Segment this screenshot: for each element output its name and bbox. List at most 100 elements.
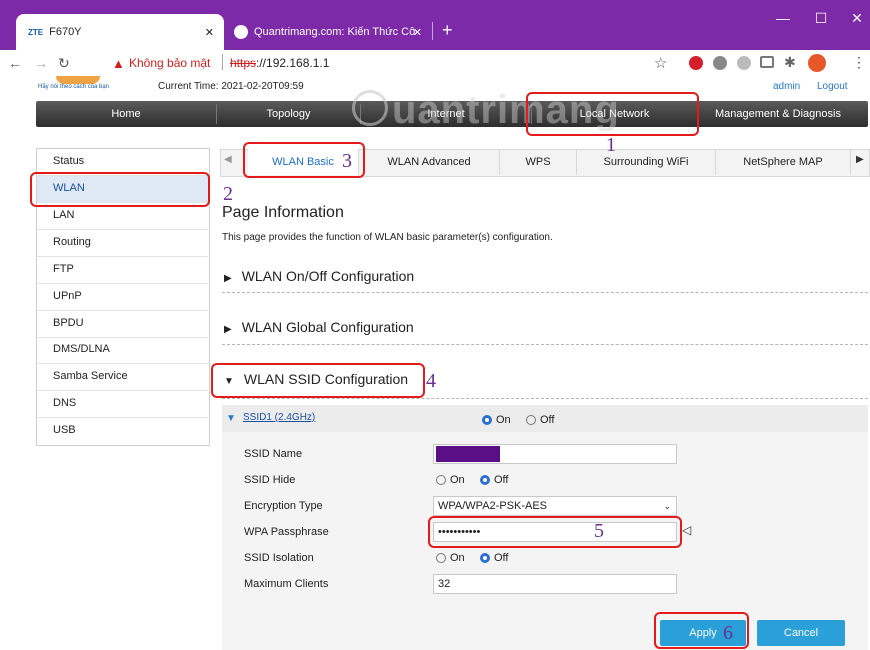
radio-label: On: [496, 414, 511, 426]
sidebar-item-dms-dlna[interactable]: DMS/DLNA: [53, 343, 110, 355]
pinterest-icon[interactable]: [689, 56, 703, 70]
sidebar-item-routing[interactable]: Routing: [53, 236, 91, 248]
forward-icon[interactable]: →: [34, 55, 48, 71]
extension-icon[interactable]: [737, 56, 751, 70]
tab-netsphere-map[interactable]: NetSphere MAP: [716, 149, 851, 175]
tab-surrounding-wifi[interactable]: Surrounding WiFi: [577, 149, 716, 175]
sidebar-item-usb[interactable]: USB: [53, 424, 76, 436]
ssid-name-label: SSID Name: [244, 448, 303, 460]
page-description: This page provides the function of WLAN …: [222, 232, 553, 243]
annotation-box-2: [30, 172, 210, 207]
chevron-down-icon: ⌄: [663, 501, 671, 511]
radio-label: Off: [494, 474, 509, 486]
address-separator: [222, 54, 223, 70]
extension-icon[interactable]: [713, 56, 727, 70]
sidebar-item-upnp[interactable]: UPnP: [53, 290, 82, 302]
menu-management[interactable]: Management & Diagnosis: [698, 101, 858, 127]
radio-label: Off: [494, 552, 509, 564]
section-label: WLAN Global Configuration: [241, 319, 414, 335]
logout-link[interactable]: Logout: [817, 81, 848, 92]
menu-icon[interactable]: ⋮: [852, 54, 866, 71]
ssid-on-radio[interactable]: On: [482, 414, 511, 426]
current-time: Current Time: 2021-02-20T09:59: [158, 81, 304, 92]
annotation-box-4: [211, 363, 425, 398]
annotation-number-5: 5: [594, 520, 604, 542]
section-divider: [222, 344, 868, 345]
site-favicon-icon: [234, 25, 248, 39]
radio-selected-icon: [482, 415, 492, 426]
isolation-on-radio[interactable]: On: [436, 552, 465, 564]
back-icon[interactable]: ←: [8, 55, 22, 71]
radio-icon: [436, 475, 446, 486]
tab-close-icon[interactable]: ✕: [205, 26, 214, 39]
radio-icon: [526, 415, 536, 426]
ssid-name-link[interactable]: SSID1 (2.4GHz): [243, 412, 315, 423]
sidebar-divider: [37, 417, 208, 418]
menu-topology[interactable]: Topology: [217, 101, 360, 127]
isolation-label: SSID Isolation: [244, 552, 314, 564]
sidebar-item-lan[interactable]: LAN: [53, 209, 74, 221]
close-window-icon[interactable]: ✕: [842, 10, 870, 30]
sidebar-divider: [37, 310, 208, 311]
sidebar-item-bpdu[interactable]: BPDU: [53, 317, 84, 329]
ssid-collapse-icon[interactable]: ▼: [226, 413, 236, 424]
sidebar-divider: [37, 256, 208, 257]
url-scheme: https: [230, 56, 257, 70]
new-tab-icon[interactable]: +: [442, 20, 453, 41]
isolation-off-radio[interactable]: Off: [480, 552, 508, 564]
annotation-number-1: 1: [606, 134, 616, 156]
annotation-box-1: [526, 92, 699, 136]
ssid-hide-on-radio[interactable]: On: [436, 474, 465, 486]
radio-label: On: [450, 552, 465, 564]
annotation-number-3: 3: [342, 150, 352, 172]
browser-tab-router[interactable]: ZTE F670Y ✕: [16, 14, 224, 50]
max-clients-input[interactable]: 32: [433, 574, 677, 594]
security-status[interactable]: Không bảo mật: [129, 56, 210, 70]
avatar[interactable]: [808, 54, 826, 72]
url-host: ://192.168.1.1: [256, 56, 330, 70]
url-field[interactable]: https://192.168.1.1: [230, 56, 329, 70]
sidebar-item-samba[interactable]: Samba Service: [53, 370, 128, 382]
minimize-icon[interactable]: —: [768, 10, 798, 30]
annotation-number-2: 2: [223, 183, 233, 205]
section-label: WLAN On/Off Configuration: [241, 268, 415, 284]
star-icon[interactable]: ☆: [654, 54, 667, 72]
tab-close-icon[interactable]: ✕: [413, 26, 422, 39]
sidebar-item-status[interactable]: Status: [53, 155, 84, 167]
eye-hidden-icon[interactable]: ◁: [682, 523, 691, 537]
section-divider: [222, 292, 868, 293]
scroll-right-icon[interactable]: ▶: [856, 154, 864, 165]
passphrase-label: WPA Passphrase: [244, 526, 329, 538]
annotation-number-4: 4: [426, 370, 436, 392]
sidebar-item-ftp[interactable]: FTP: [53, 263, 74, 275]
tab-wlan-advanced[interactable]: WLAN Advanced: [359, 149, 500, 175]
menu-home[interactable]: Home: [36, 101, 216, 127]
camera-icon[interactable]: [760, 56, 774, 68]
zte-logo: ZTE: [28, 27, 44, 37]
sidebar-item-dns[interactable]: DNS: [53, 397, 76, 409]
reload-icon[interactable]: ↻: [58, 55, 70, 72]
ssid-off-radio[interactable]: Off: [526, 414, 554, 426]
encryption-label: Encryption Type: [244, 500, 323, 512]
section-divider: [222, 398, 868, 399]
scroll-left-icon[interactable]: ◀: [224, 154, 232, 165]
radio-icon: [436, 553, 446, 564]
watermark-logo-icon: [352, 90, 388, 126]
ssid-hide-off-radio[interactable]: Off: [480, 474, 508, 486]
tab-wps[interactable]: WPS: [500, 149, 577, 175]
radio-selected-icon: [480, 475, 490, 486]
maximize-icon[interactable]: ☐: [806, 10, 836, 30]
encryption-select[interactable]: WPA/WPA2-PSK-AES ⌄: [433, 496, 677, 516]
radio-label: On: [450, 474, 465, 486]
sidebar-divider: [37, 363, 208, 364]
warning-icon: ▲: [112, 56, 125, 71]
tab-separator: [432, 22, 433, 40]
puzzle-icon[interactable]: ✱: [784, 54, 796, 71]
section-wlan-onoff[interactable]: ▶ WLAN On/Off Configuration: [224, 268, 414, 284]
cancel-button[interactable]: Cancel: [757, 620, 845, 646]
sidebar-divider: [37, 337, 208, 338]
ssid-hide-label: SSID Hide: [244, 474, 296, 486]
section-wlan-global[interactable]: ▶ WLAN Global Configuration: [224, 319, 414, 335]
browser-tab-quantrimang[interactable]: Quantrimang.com: Kiến Thức Cô ✕: [228, 14, 428, 50]
admin-user: admin: [773, 81, 801, 92]
